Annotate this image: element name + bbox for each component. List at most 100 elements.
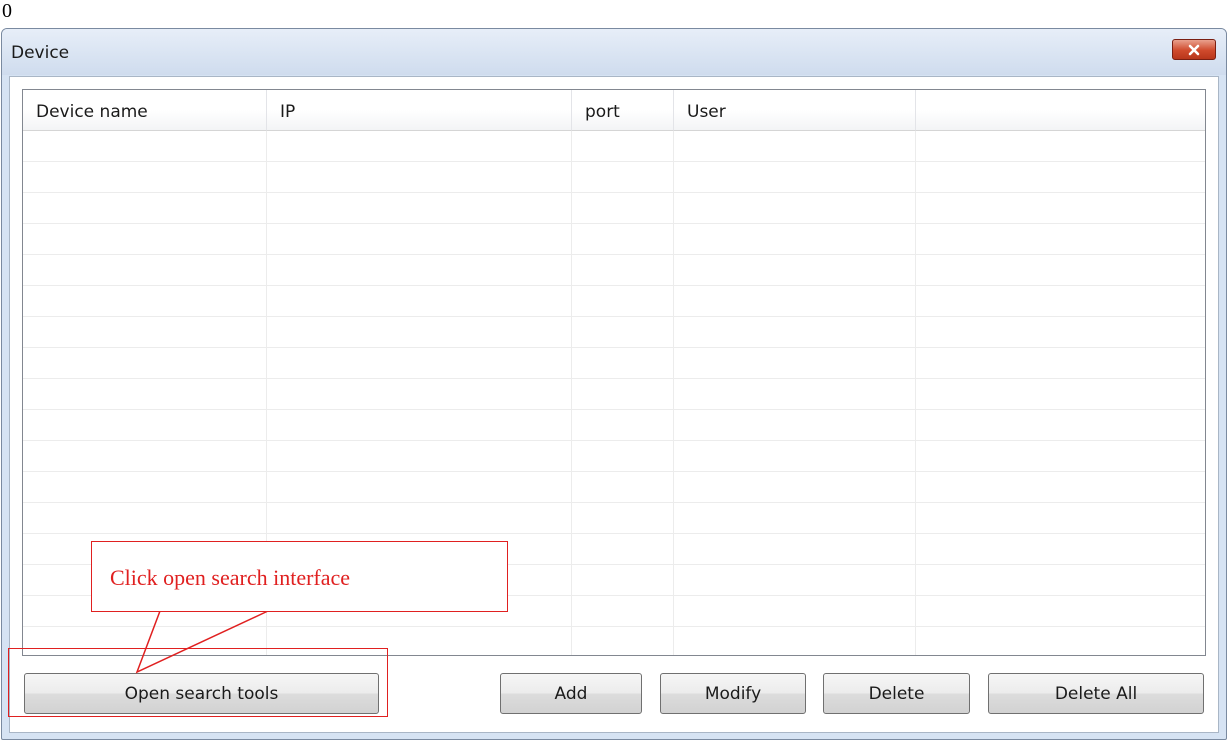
empty-list-cell: [916, 503, 1205, 533]
annotation-callout: Click open search interface: [91, 541, 508, 612]
close-x-icon: [1188, 44, 1200, 55]
empty-list-cell: [572, 317, 674, 347]
empty-list-cell: [23, 317, 267, 347]
empty-list-cell: [572, 286, 674, 316]
page-number: 0: [2, 0, 12, 22]
empty-list-cell: [916, 193, 1205, 223]
empty-list-cell: [267, 472, 572, 502]
empty-list-cell: [674, 503, 916, 533]
empty-list-cell: [267, 193, 572, 223]
empty-list-cell: [674, 472, 916, 502]
empty-list-cell: [23, 503, 267, 533]
empty-list-row: [23, 255, 1205, 286]
empty-list-row: [23, 503, 1205, 534]
empty-list-cell: [267, 627, 572, 655]
empty-list-cell: [674, 565, 916, 595]
empty-list-cell: [572, 503, 674, 533]
empty-list-cell: [572, 596, 674, 626]
list-header: Device name IP port User: [23, 90, 1205, 131]
empty-list-cell: [674, 255, 916, 285]
empty-list-cell: [916, 472, 1205, 502]
empty-list-cell: [572, 162, 674, 192]
empty-list-cell: [267, 348, 572, 378]
open-search-tools-button[interactable]: Open search tools: [24, 673, 379, 714]
empty-list-cell: [267, 379, 572, 409]
empty-list-cell: [267, 317, 572, 347]
empty-list-cell: [267, 286, 572, 316]
empty-list-row: [23, 627, 1205, 655]
delete-button[interactable]: Delete: [823, 673, 970, 714]
close-button[interactable]: [1172, 39, 1216, 60]
empty-list-cell: [23, 379, 267, 409]
empty-list-row: [23, 193, 1205, 224]
empty-list-row: [23, 317, 1205, 348]
empty-list-cell: [23, 286, 267, 316]
empty-list-row: [23, 379, 1205, 410]
empty-list-cell: [674, 193, 916, 223]
empty-list-cell: [267, 162, 572, 192]
empty-list-cell: [23, 224, 267, 254]
empty-list-cell: [23, 255, 267, 285]
empty-list-cell: [572, 627, 674, 655]
empty-list-cell: [674, 224, 916, 254]
empty-list-cell: [572, 565, 674, 595]
empty-list-cell: [916, 348, 1205, 378]
column-header-user[interactable]: User: [674, 90, 916, 131]
empty-list-cell: [674, 596, 916, 626]
empty-list-cell: [23, 162, 267, 192]
empty-list-cell: [572, 193, 674, 223]
empty-list-cell: [267, 131, 572, 161]
empty-list-cell: [916, 162, 1205, 192]
empty-list-cell: [674, 348, 916, 378]
empty-list-cell: [674, 162, 916, 192]
empty-list-cell: [572, 410, 674, 440]
window-title: Device: [11, 43, 70, 63]
empty-list-cell: [23, 410, 267, 440]
empty-list-cell: [916, 441, 1205, 471]
empty-list-cell: [674, 534, 916, 564]
device-window: Device Device name IP port User Open sea…: [1, 28, 1227, 740]
empty-list-cell: [572, 224, 674, 254]
dialog-client-area: Device name IP port User Open search too…: [9, 76, 1219, 733]
column-header-empty[interactable]: [916, 90, 1205, 131]
empty-list-cell: [572, 255, 674, 285]
empty-list-cell: [916, 286, 1205, 316]
title-bar[interactable]: Device: [2, 29, 1226, 75]
column-header-ip[interactable]: IP: [267, 90, 572, 131]
empty-list-cell: [23, 193, 267, 223]
empty-list-cell: [267, 441, 572, 471]
empty-list-cell: [572, 441, 674, 471]
empty-list-cell: [23, 348, 267, 378]
empty-list-cell: [916, 534, 1205, 564]
empty-list-cell: [572, 348, 674, 378]
empty-list-cell: [23, 131, 267, 161]
empty-list-row: [23, 348, 1205, 379]
empty-list-cell: [674, 379, 916, 409]
empty-list-cell: [916, 255, 1205, 285]
delete-all-button[interactable]: Delete All: [988, 673, 1204, 714]
empty-list-cell: [674, 441, 916, 471]
empty-list-cell: [674, 131, 916, 161]
empty-list-cell: [674, 627, 916, 655]
empty-list-cell: [23, 472, 267, 502]
empty-list-row: [23, 410, 1205, 441]
empty-list-row: [23, 224, 1205, 255]
annotation-text: Click open search interface: [110, 565, 351, 590]
modify-button[interactable]: Modify: [660, 673, 806, 714]
empty-list-cell: [916, 410, 1205, 440]
column-header-device-name[interactable]: Device name: [23, 90, 267, 131]
empty-list-cell: [916, 596, 1205, 626]
add-button[interactable]: Add: [500, 673, 642, 714]
column-header-port[interactable]: port: [572, 90, 674, 131]
empty-list-row: [23, 131, 1205, 162]
empty-list-cell: [572, 379, 674, 409]
empty-list-cell: [916, 627, 1205, 655]
empty-list-cell: [23, 441, 267, 471]
empty-list-row: [23, 441, 1205, 472]
empty-list-cell: [572, 131, 674, 161]
empty-list-cell: [267, 224, 572, 254]
empty-list-cell: [916, 317, 1205, 347]
empty-list-cell: [674, 317, 916, 347]
empty-list-cell: [916, 565, 1205, 595]
empty-list-cell: [267, 503, 572, 533]
